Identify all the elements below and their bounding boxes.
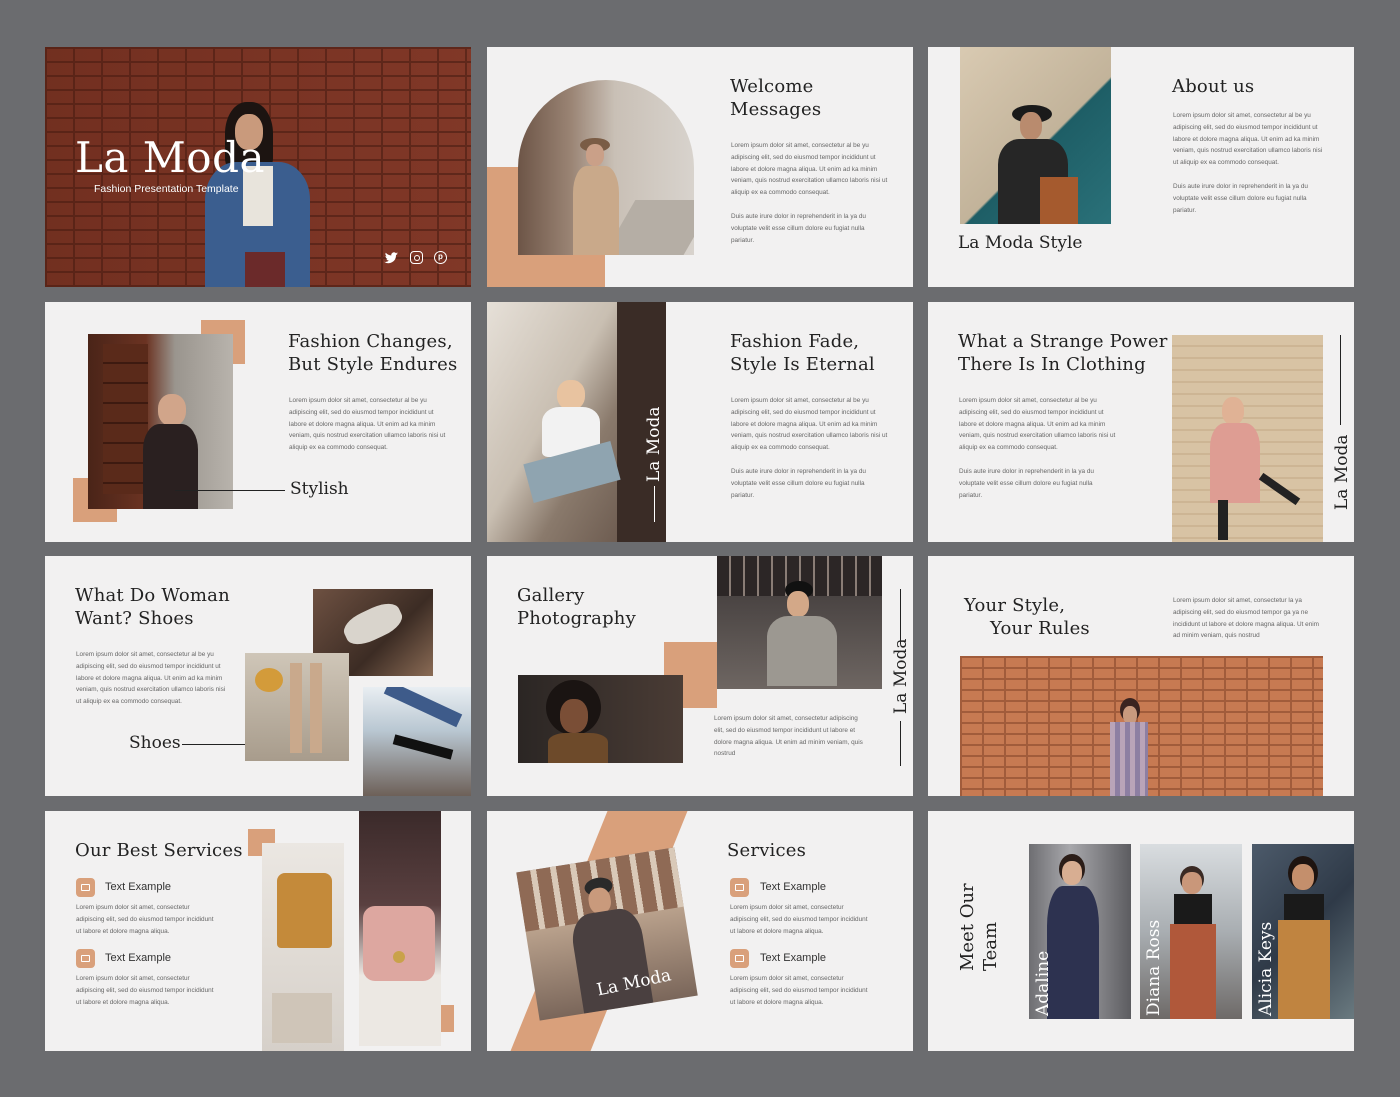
slide-title: What Do Woman Want? Shoes — [75, 585, 230, 629]
model-photo — [88, 334, 233, 509]
slide-shoes[interactable]: What Do Woman Want? Shoes Lorem ipsum do… — [45, 556, 471, 796]
cover-title: La Moda — [75, 133, 265, 182]
cover-subtitle: Fashion Presentation Template — [94, 183, 239, 195]
team-member-name: Diana Ross — [1144, 919, 1164, 1016]
handbag-photo — [359, 811, 441, 1046]
slide-welcome[interactable]: Welcome Messages Lorem ipsum dolor sit a… — [487, 47, 913, 287]
slide-strange-power[interactable]: What a Strange Power There Is In Clothin… — [928, 302, 1354, 542]
service-text: Lorem ipsum dolor sit amet, consectetur … — [730, 975, 868, 1006]
body-text: Lorem ipsum dolor sit amet, consectetur … — [1173, 595, 1325, 654]
pinterest-icon[interactable]: p — [434, 251, 447, 264]
slide-title: Gallery Photography — [517, 585, 636, 629]
bag-icon — [730, 878, 749, 897]
body-text: Lorem ipsum dolor sit amet, consectetur … — [959, 395, 1117, 513]
slide-title: Fashion Fade, Style Is Eternal — [730, 331, 875, 375]
service-label: Text Example — [760, 881, 827, 893]
paragraph: Lorem ipsum dolor sit amet, consectetur … — [959, 397, 1116, 452]
camera-icon — [730, 949, 749, 968]
paragraph: Duis aute irure dolor in reprehenderit i… — [1173, 182, 1308, 214]
slide-title: Services — [727, 840, 807, 861]
body-text: Lorem ipsum dolor sit amet, consectetur … — [289, 395, 447, 466]
vertical-label: La Moda — [1332, 434, 1352, 511]
paragraph: Lorem ipsum dolor sit amet, consectetur … — [289, 397, 446, 452]
tote-bag-photo — [262, 843, 344, 1051]
slide-title: What a Strange Power There Is In Clothin… — [958, 331, 1168, 375]
slide-title-line2: Your Rules — [990, 618, 1090, 639]
slide-title: About us — [1172, 76, 1255, 97]
slide-title-line1: Your Style, — [964, 595, 1066, 616]
arch-photo — [518, 80, 694, 255]
vertical-line — [1340, 335, 1341, 425]
vertical-line — [900, 721, 901, 766]
paragraph: Lorem ipsum dolor sit amet, consectetur … — [731, 142, 888, 197]
body-text: Lorem ipsum dolor sit amet, consectetur … — [731, 395, 889, 513]
model-photo — [1172, 335, 1323, 542]
slide-services[interactable]: La Moda Services Text Example Lorem ipsu… — [487, 811, 913, 1051]
body-text: Lorem ipsum dolor sit amet, consectetur … — [1173, 110, 1325, 228]
photo-caption: La Moda Style — [958, 233, 1083, 253]
slide-gallery[interactable]: Gallery Photography La Moda Lorem ipsum … — [487, 556, 913, 796]
body-text: Lorem ipsum dolor sit amet, consectetur … — [76, 649, 228, 720]
camera-icon — [76, 949, 95, 968]
slide-title-cover[interactable]: La Moda Fashion Presentation Template p — [45, 47, 471, 287]
bag-icon — [76, 878, 95, 897]
boots-photo — [245, 653, 349, 761]
paragraph: Lorem ipsum dolor sit amet, consectetur … — [76, 651, 226, 706]
slide-your-style[interactable]: Your Style, Your Rules Lorem ipsum dolor… — [928, 556, 1354, 796]
paragraph: Lorem ipsum dolor sit amet, consectetur … — [1173, 597, 1320, 640]
service-label: Text Example — [760, 952, 827, 964]
heels-photo — [363, 687, 471, 796]
slide-about-us[interactable]: La Moda Style About us Lorem ipsum dolor… — [928, 47, 1354, 287]
service-text: Lorem ipsum dolor sit amet, consectetur … — [76, 975, 214, 1006]
paragraph: Duis aute irure dolor in reprehenderit i… — [959, 467, 1094, 499]
street-style-photo — [717, 556, 882, 689]
portrait-photo — [518, 675, 683, 763]
slide-title: Our Best Services — [75, 840, 243, 861]
caption-line — [175, 490, 285, 491]
service-label: Text Example — [105, 881, 172, 893]
paragraph: Lorem ipsum dolor sit amet, consectetur … — [1173, 112, 1323, 167]
team-member-name: Alicia Keys — [1256, 921, 1276, 1016]
paragraph: Duis aute irure dolor in reprehenderit i… — [731, 467, 866, 499]
brick-wall-photo — [960, 656, 1323, 796]
model-photo — [960, 47, 1111, 224]
slide-fashion-changes[interactable]: Stylish Fashion Changes, But Style Endur… — [45, 302, 471, 542]
vertical-line — [654, 486, 655, 522]
slide-title: Meet Our Team — [957, 883, 1001, 971]
vertical-line — [900, 589, 901, 644]
photo-caption: Stylish — [290, 479, 349, 499]
vertical-label: La Moda — [644, 406, 664, 483]
service-label: Text Example — [105, 952, 172, 964]
slide-fashion-fade[interactable]: La Moda Fashion Fade, Style Is Eternal L… — [487, 302, 913, 542]
paragraph: Lorem ipsum dolor sit amet, consectetur … — [714, 715, 863, 758]
twitter-icon[interactable] — [383, 251, 399, 265]
slide-meet-team[interactable]: Meet Our Team Adaline Diana Ross Alicia … — [928, 811, 1354, 1051]
photo-caption: Shoes — [129, 733, 181, 753]
model-photo — [487, 302, 666, 542]
paragraph: Duis aute irure dolor in reprehenderit i… — [731, 212, 866, 244]
slide-title: Welcome Messages — [730, 76, 822, 120]
service-text: Lorem ipsum dolor sit amet, consectetur … — [76, 904, 214, 935]
slide-best-services[interactable]: Our Best Services Text Example Lorem ips… — [45, 811, 471, 1051]
slide-title: Fashion Changes, But Style Endures — [288, 331, 458, 375]
vertical-label: La Moda — [891, 638, 911, 715]
service-text: Lorem ipsum dolor sit amet, consectetur … — [730, 904, 868, 935]
body-text: Lorem ipsum dolor sit amet, consectetur … — [714, 713, 864, 772]
body-text: Lorem ipsum dolor sit amet, consectetur … — [731, 140, 889, 258]
paragraph: Lorem ipsum dolor sit amet, consectetur … — [731, 397, 888, 452]
team-member-name: Adaline — [1033, 950, 1053, 1016]
instagram-icon[interactable] — [410, 251, 423, 264]
